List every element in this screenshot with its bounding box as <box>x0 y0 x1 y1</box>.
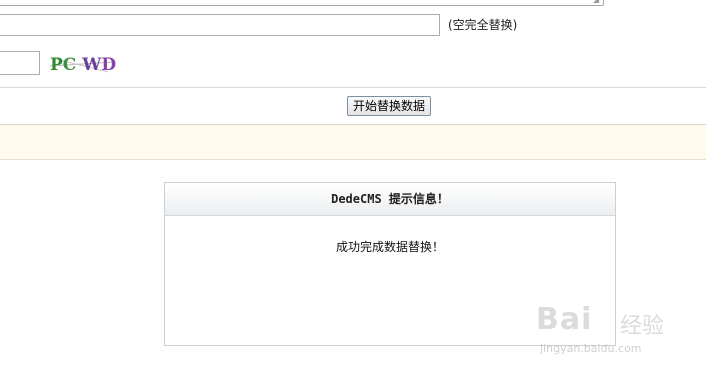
watermark-brand: Bai <box>536 302 593 337</box>
captcha-image[interactable]: PC WD <box>48 52 116 76</box>
watermark-brand-cn: 经验 <box>620 314 665 339</box>
message-box-body: 成功完成数据替换！ <box>335 240 444 254</box>
captcha-text: PC WD <box>50 55 116 75</box>
captcha-char: D <box>101 55 116 75</box>
baidu-watermark: Bai 经验 jingyan.baidu.com <box>534 296 704 370</box>
message-box-title: DedeCMS 提示信息！ <box>165 183 615 216</box>
notice-bar <box>0 125 706 160</box>
replace-note-label: (空完全替换) <box>448 18 518 32</box>
captcha-char: C <box>63 55 77 75</box>
start-replace-button[interactable]: 开始替换数据 <box>347 96 431 116</box>
replace-target-input[interactable] <box>0 14 440 36</box>
form-divider <box>0 87 706 88</box>
replace-source-textarea[interactable]: ◢ <box>0 0 604 6</box>
captcha-svg: PC WD <box>49 55 116 75</box>
captcha-char: W <box>81 55 102 75</box>
captcha-input[interactable] <box>0 51 40 75</box>
captcha-char: P <box>50 55 63 75</box>
watermark-url: jingyan.baidu.com <box>540 342 642 355</box>
resize-grip-icon[interactable]: ◢ <box>593 0 601 4</box>
